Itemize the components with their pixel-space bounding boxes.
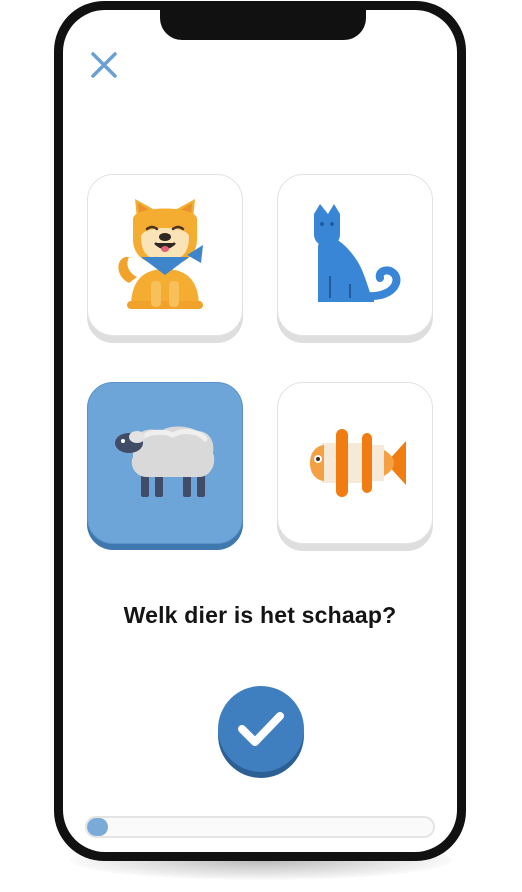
- sheep-icon: [115, 426, 215, 497]
- phone-frame: Welk dier is het schaap?: [54, 1, 466, 861]
- question-text: Welk dier is het schaap?: [123, 602, 397, 628]
- answer-option-fish[interactable]: [277, 382, 433, 544]
- check-button-face: [218, 686, 304, 772]
- answer-option-sheep[interactable]: [87, 382, 243, 544]
- answer-option-dog[interactable]: [87, 174, 243, 336]
- fish-icon: [310, 429, 406, 497]
- checkmark-icon: [238, 712, 284, 746]
- check-answer-button[interactable]: [218, 686, 304, 778]
- close-icon: [91, 52, 117, 78]
- phone-notch: [160, 10, 366, 40]
- cat-icon: [314, 204, 401, 302]
- progress-fill: [87, 818, 108, 836]
- progress-bar: [85, 816, 435, 838]
- answer-option-cat[interactable]: [277, 174, 433, 336]
- dog-icon: [118, 199, 203, 309]
- app-screen: Welk dier is het schaap?: [63, 10, 457, 852]
- close-button[interactable]: [87, 48, 121, 82]
